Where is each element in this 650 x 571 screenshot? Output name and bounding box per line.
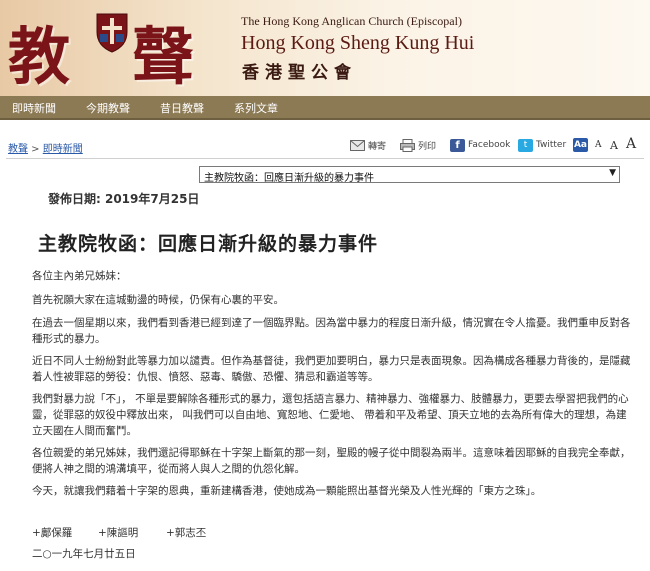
paragraph-3: 近日不同人士紛紛對此等暴力加以譴責。但作為基督徒，我們更加要明白，暴力只是表面現… (32, 355, 631, 383)
church-name-en-2: Hong Kong Sheng Kung Hui (241, 32, 475, 54)
crest-icon (96, 13, 128, 53)
breadcrumb-current-link[interactable]: 即時新聞 (43, 144, 83, 155)
paragraph-4: 我們對暴力說「不」， 不單是要解除各種形式的暴力，還包括語言暴力、精神暴力、強權… (32, 393, 629, 437)
font-small-button[interactable]: A (595, 140, 602, 150)
paragraph-6: 今天，就讓我們藉着十字架的恩典，重新建構香港，使她成為一顆能照出基督光榮及人性光… (32, 485, 542, 497)
paragraph-greeting: 各位主內弟兄姊妹： (32, 270, 127, 282)
font-large-button[interactable]: A (626, 136, 636, 152)
church-name-zh: 香港聖公會 (242, 63, 357, 83)
nav-item-series[interactable]: 系列文章 (234, 100, 278, 116)
chevron-down-icon: ▼ (609, 168, 616, 178)
nav-item-instant-news[interactable]: 即時新聞 (12, 100, 56, 116)
font-medium-button[interactable]: A (610, 139, 618, 152)
email-label: 轉寄 (368, 141, 387, 152)
main-nav: 即時新聞 今期教聲 昔日教聲 系列文章 (0, 96, 650, 120)
facebook-icon: f (450, 138, 465, 152)
facebook-label: Facebook (468, 140, 511, 150)
breadcrumb-home-link[interactable]: 教聲 (8, 144, 28, 155)
breadcrumb-separator: > (28, 144, 43, 155)
signature-2: +陳謳明 (98, 527, 139, 539)
twitter-icon: t (518, 138, 533, 152)
logo-char-2[interactable]: 聲 (132, 6, 194, 96)
article-title: 主教院牧函：回應日漸升級的暴力事件 (38, 233, 379, 255)
twitter-share[interactable]: t Twitter (518, 136, 566, 154)
signature-1: +鄺保羅 (32, 527, 73, 539)
email-share[interactable]: 轉寄 (350, 136, 386, 154)
print-label: 列印 (418, 141, 437, 152)
paragraph-5: 各位親愛的弟兄姊妹，我們還記得耶穌在十字架上斷氣的那一刻，聖殿的幔子從中間裂為兩… (32, 447, 631, 475)
facebook-share[interactable]: f Facebook (450, 136, 510, 154)
church-name-en-1: The Hong Kong Anglican Church (Episcopal… (241, 14, 462, 28)
nav-item-past-issues[interactable]: 昔日教聲 (160, 100, 204, 116)
paragraph-2: 在過去一個星期以來，我們看到香港已經到達了一個臨界點。因為當中暴力的程度日漸升級… (32, 317, 631, 345)
paragraph-1: 首先祝願大家在這城動盪的時候，仍保有心裏的平安。 (32, 294, 284, 306)
print-share[interactable]: 列印 (400, 136, 436, 154)
nav-item-current-issue[interactable]: 今期教聲 (86, 100, 130, 116)
article-select[interactable]: 主教院牧函：回應日漸升級的暴力事件 ▼ (199, 166, 620, 184)
twitter-label: Twitter (536, 140, 567, 150)
envelope-icon (350, 139, 365, 151)
site-header: 教 聲 The Hong Kong Anglican Church (Episc… (0, 0, 650, 96)
signature-date: 二○一九年七月廿五日 (32, 548, 136, 560)
font-size-icon: Aa (573, 138, 588, 152)
logo-char-1[interactable]: 教 (8, 6, 70, 96)
divider (6, 158, 644, 159)
breadcrumb: 教聲 > 即時新聞 (8, 140, 83, 155)
publish-date: 發佈日期: 2019年7月25日 (48, 192, 200, 206)
printer-icon (400, 138, 415, 152)
article-select-value: 主教院牧函：回應日漸升級的暴力事件 (204, 173, 374, 184)
signature-3: +郭志丕 (166, 527, 207, 539)
